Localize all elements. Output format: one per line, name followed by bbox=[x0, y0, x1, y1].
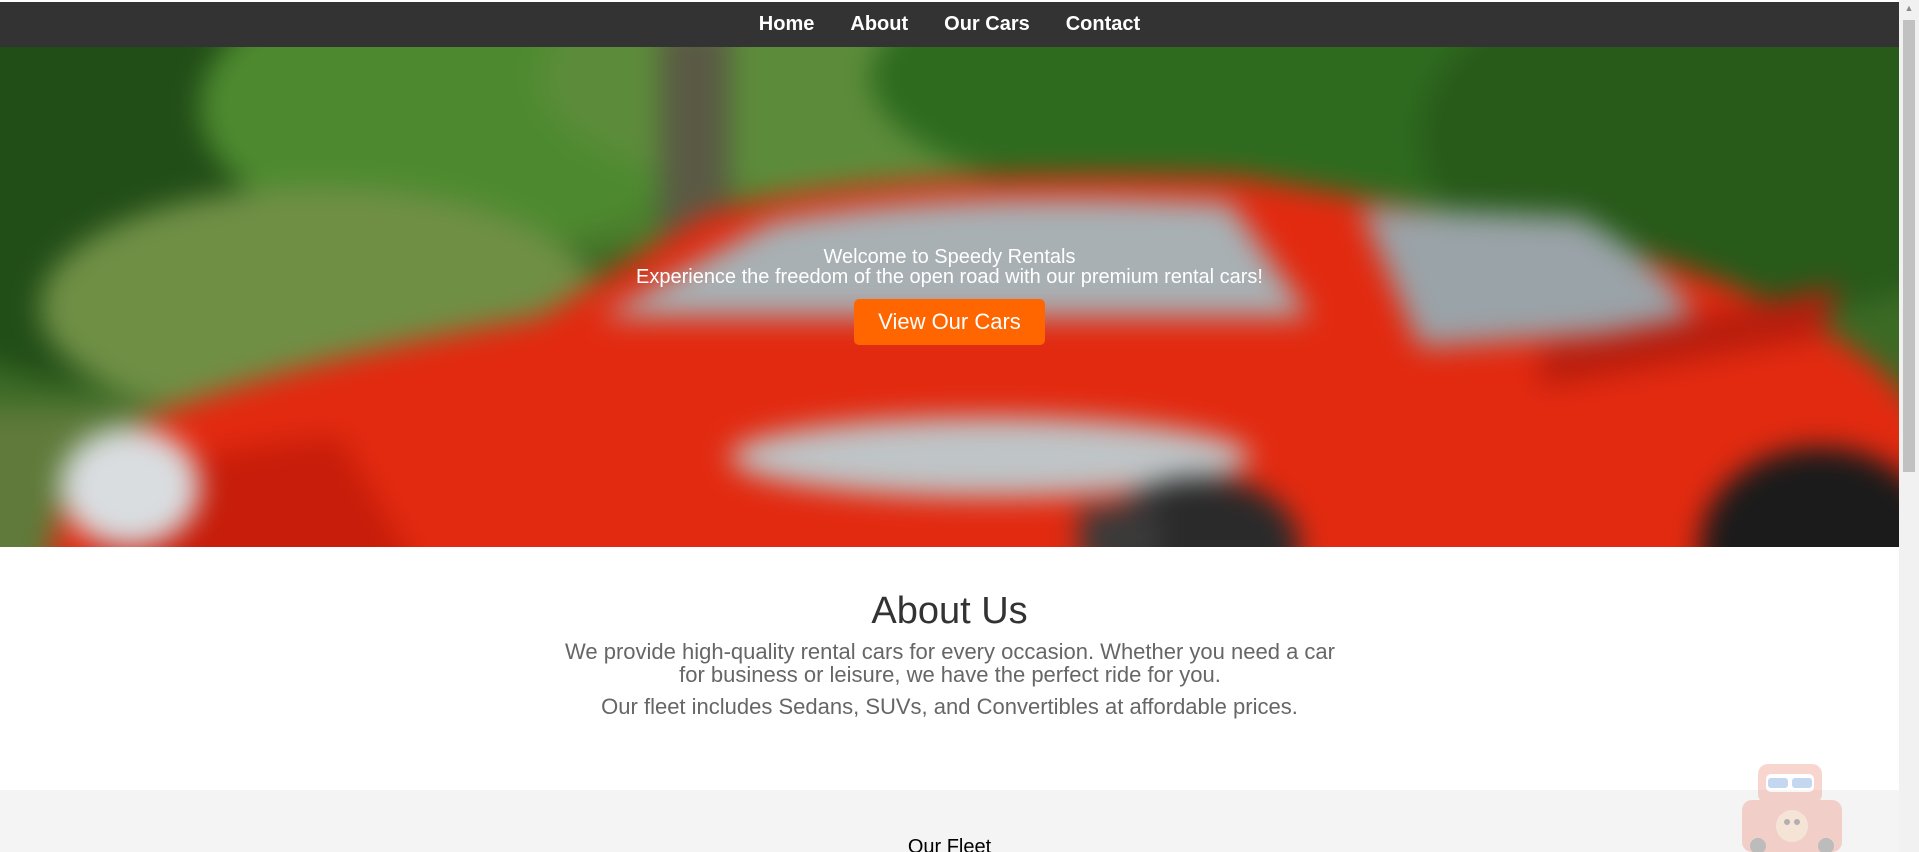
about-section: About Us We provide high-quality rental … bbox=[0, 547, 1899, 790]
fleet-section: Our Fleet bbox=[0, 790, 1899, 852]
nav-contact-link[interactable]: Contact bbox=[1066, 13, 1140, 36]
view-our-cars-button[interactable]: View Our Cars bbox=[854, 299, 1045, 345]
hero-subtitle: Experience the freedom of the open road … bbox=[636, 266, 1263, 288]
hero-content: Welcome to Speedy Rentals Experience the… bbox=[0, 247, 1899, 345]
nav-about-link[interactable]: About bbox=[850, 13, 908, 36]
navbar: Home About Our Cars Contact bbox=[0, 2, 1899, 47]
nav-our-cars-link[interactable]: Our Cars bbox=[944, 13, 1030, 36]
nav-home-link[interactable]: Home bbox=[759, 13, 815, 36]
hero-section: Welcome to Speedy Rentals Experience the… bbox=[0, 47, 1899, 547]
about-paragraph-1: We provide high-quality rental cars for … bbox=[565, 639, 1335, 687]
vertical-scrollbar[interactable]: ▲ bbox=[1899, 0, 1919, 852]
browser-viewport: Home About Our Cars Contact Welcome to S… bbox=[0, 0, 1919, 852]
fleet-heading: Our Fleet bbox=[907, 836, 992, 852]
about-heading: About Us bbox=[871, 590, 1028, 632]
about-paragraph-2: Our fleet includes Sedans, SUVs, and Con… bbox=[601, 694, 1298, 719]
robot-mascot-icon[interactable] bbox=[1732, 760, 1852, 852]
page: Home About Our Cars Contact Welcome to S… bbox=[0, 0, 1899, 852]
hero-title: Welcome to Speedy Rentals bbox=[823, 246, 1076, 268]
triangle-up-icon[interactable]: ▲ bbox=[1899, 0, 1919, 17]
scrollbar-thumb[interactable] bbox=[1903, 20, 1915, 472]
